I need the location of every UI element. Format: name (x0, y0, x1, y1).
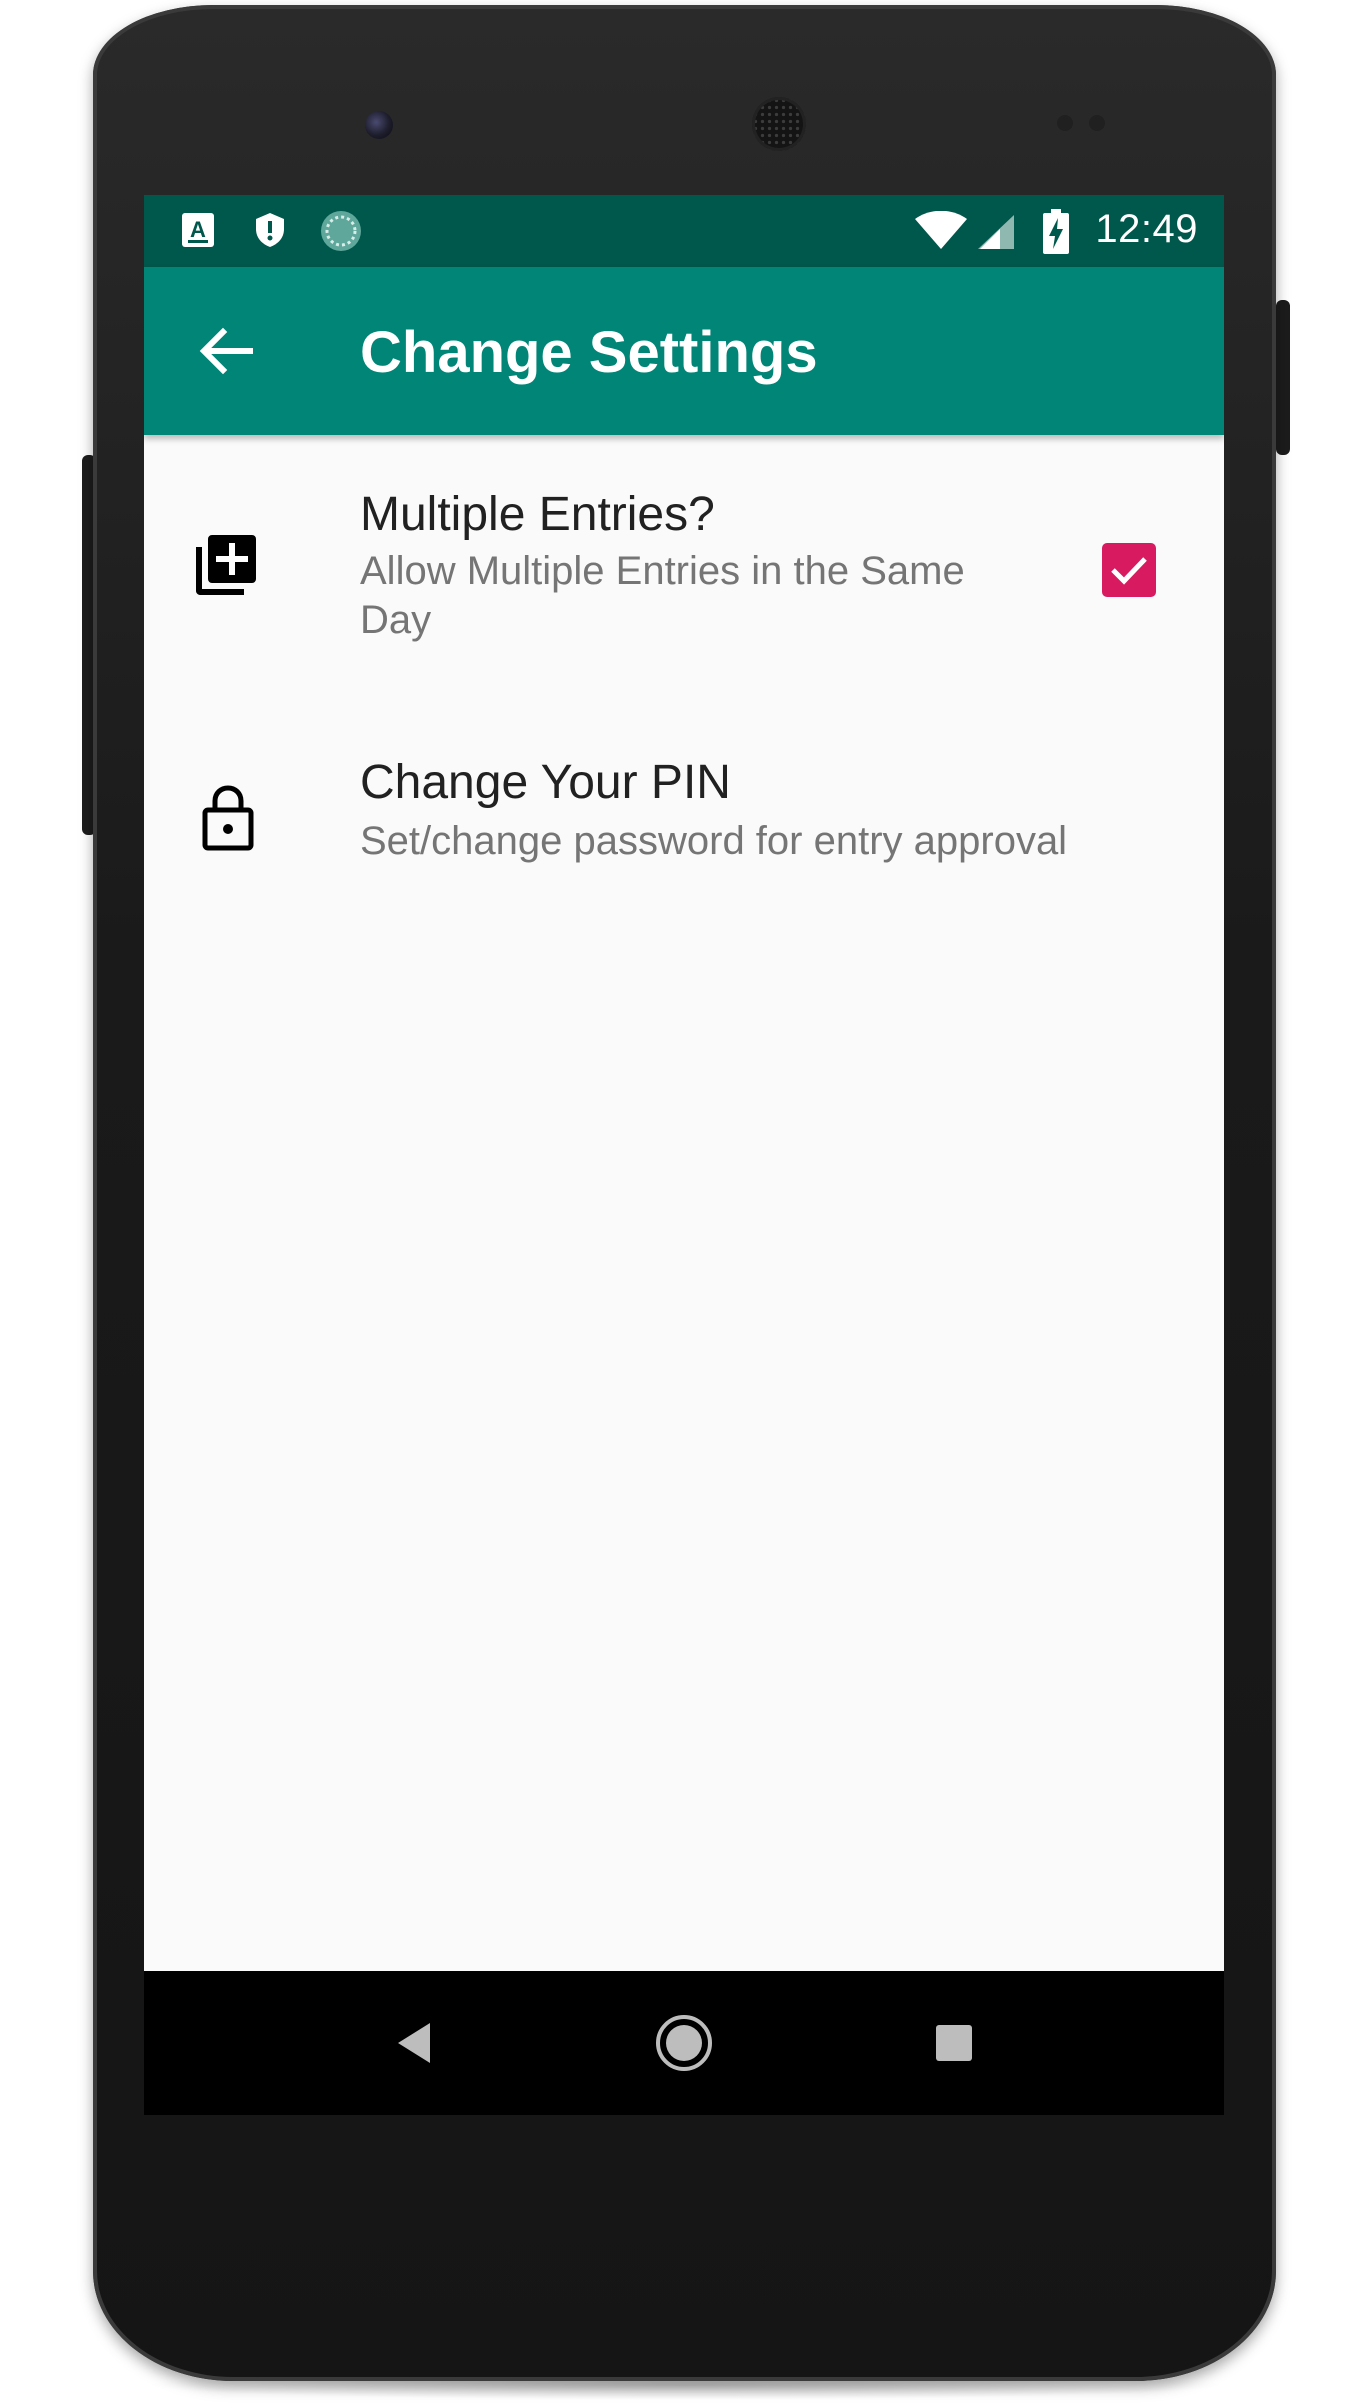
checkmark-icon (1111, 557, 1147, 585)
power-button (1276, 300, 1290, 455)
back-triangle-icon (398, 2023, 430, 2063)
earpiece-speaker (752, 97, 806, 151)
navigation-bar (144, 1971, 1224, 2115)
nav-back-button[interactable] (374, 2003, 454, 2083)
app-bar: Change Settings (144, 267, 1224, 435)
wifi-icon (914, 210, 968, 256)
accessibility-a-icon: A (180, 211, 216, 254)
front-camera (365, 111, 393, 139)
pref-change-pin[interactable]: Change Your PIN Set/change password for … (144, 705, 1224, 905)
status-bar: A 12:49 (144, 195, 1224, 267)
back-button[interactable] (184, 309, 268, 393)
page-title: Change Settings (360, 320, 818, 385)
shield-icon (254, 211, 286, 254)
svg-text:A: A (190, 217, 206, 242)
pref-title: Change Your PIN (360, 756, 731, 809)
home-circle-icon (656, 2015, 712, 2071)
pref-title: Multiple Entries? (360, 488, 715, 541)
nav-recents-button[interactable] (914, 2003, 994, 2083)
status-time: 12:49 (1095, 207, 1198, 251)
screen: A 12:49 Change Settings Multiple Entries… (144, 195, 1224, 2115)
library-add-icon (192, 533, 258, 602)
lock-icon (202, 785, 254, 856)
recents-square-icon (936, 2025, 972, 2061)
battery-charging-icon (1042, 209, 1070, 260)
progress-circle-icon (319, 209, 363, 258)
multiple-entries-checkbox[interactable] (1102, 543, 1156, 597)
nav-home-button[interactable] (644, 2003, 724, 2083)
pref-summary: Set/change password for entry approval (360, 819, 1068, 863)
light-sensor (1089, 115, 1105, 131)
arrow-back-icon (199, 327, 253, 375)
pref-summary: Allow Multiple Entries in the Same Day (360, 549, 965, 642)
cell-signal-icon (976, 213, 1016, 256)
pref-multiple-entries[interactable]: Multiple Entries? Allow Multiple Entries… (144, 435, 1224, 685)
proximity-sensor (1057, 115, 1073, 131)
